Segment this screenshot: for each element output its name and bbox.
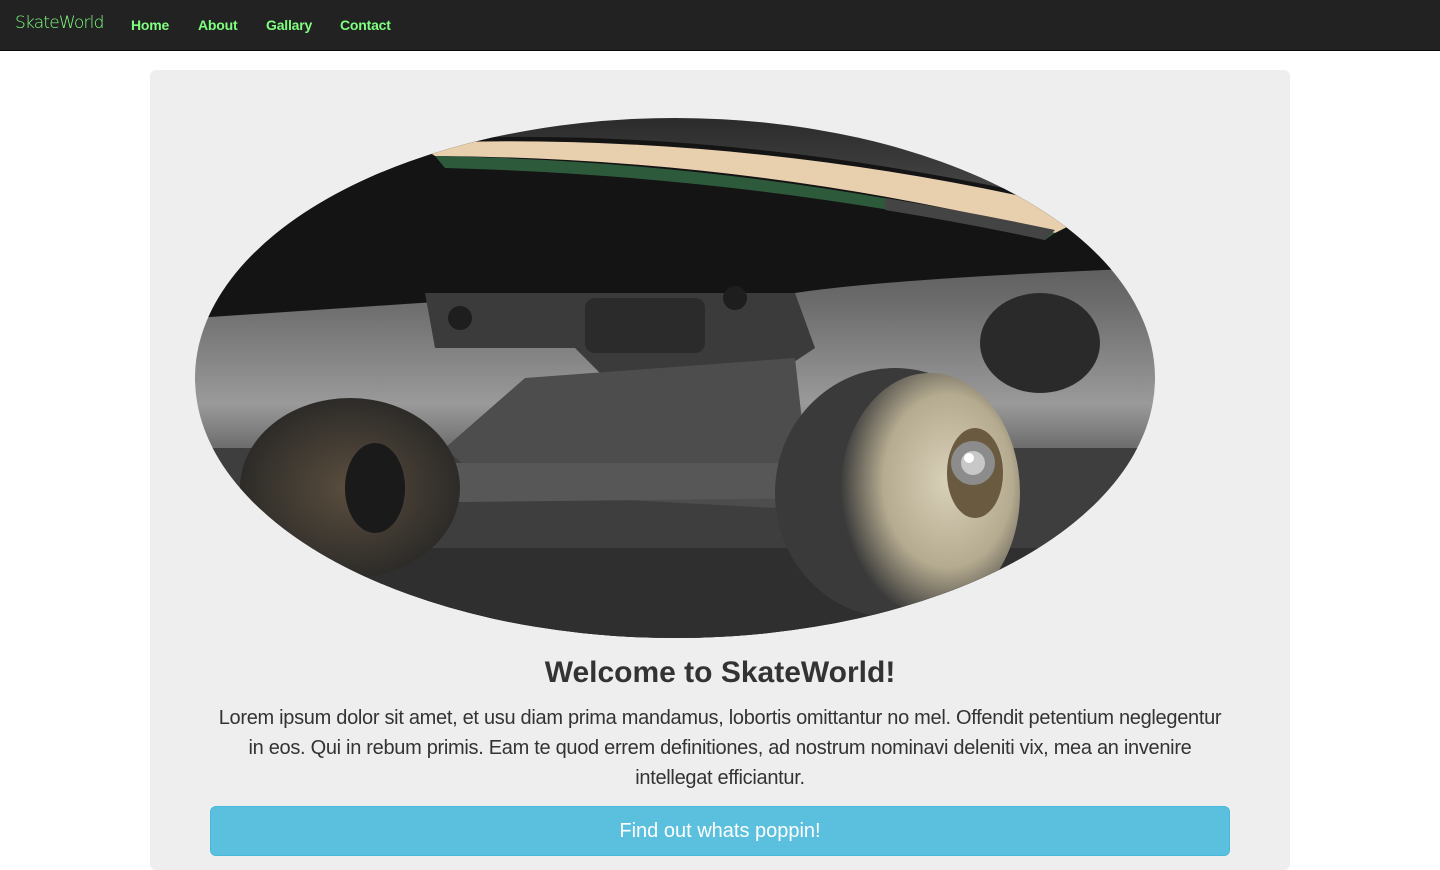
hero-image — [195, 118, 1155, 638]
page-title: Welcome to SkateWorld! — [544, 656, 896, 689]
nav-link-home[interactable]: Home — [131, 17, 169, 33]
brand-logo[interactable]: SkateWorld — [15, 13, 104, 33]
jumbotron: Welcome to SkateWorld! Lorem ipsum dolor… — [150, 70, 1290, 870]
lead-paragraph: Lorem ipsum dolor sit amet, et usu diam … — [218, 707, 1222, 789]
nav-link-gallary[interactable]: Gallary — [266, 17, 312, 33]
top-navbar: SkateWorld Home About Gallary Contact — [0, 0, 1440, 51]
nav-link-contact[interactable]: Contact — [340, 17, 391, 33]
find-out-button[interactable]: Find out whats poppin! — [210, 806, 1230, 856]
nav-link-about[interactable]: About — [198, 17, 238, 33]
